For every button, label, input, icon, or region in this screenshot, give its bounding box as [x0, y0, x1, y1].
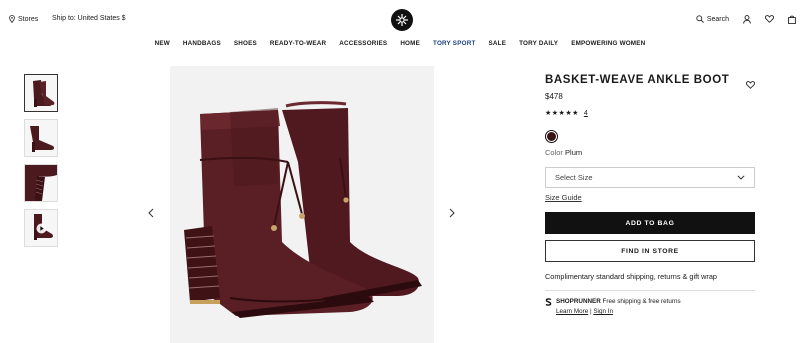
thumbnail-profile-view[interactable]: [24, 119, 58, 157]
main-product-image: [170, 66, 434, 343]
boot-thumbnail-image: [25, 165, 57, 201]
shoprunner-banner: SHOPRUNNER Free shipping & free returns …: [545, 298, 755, 315]
nav-item-tory-sport[interactable]: TORY SPORT: [433, 40, 475, 47]
learn-more-link[interactable]: Learn More: [556, 308, 588, 315]
previous-image-arrow[interactable]: [148, 207, 154, 221]
color-label: Color: [545, 148, 563, 157]
review-count-link[interactable]: 4: [584, 110, 588, 117]
next-image-arrow[interactable]: [449, 207, 455, 221]
shoprunner-brand: SHOPRUNNER: [556, 298, 601, 305]
heart-icon: [765, 15, 774, 23]
play-icon: [36, 223, 47, 234]
size-select[interactable]: Select Size: [545, 167, 755, 188]
stores-label: Stores: [18, 15, 39, 23]
chevron-right-icon: [449, 208, 455, 218]
boot-product-image: [184, 101, 422, 318]
nav-item-empowering-women[interactable]: EMPOWERING WOMEN: [571, 40, 645, 47]
bag-button[interactable]: [788, 12, 796, 26]
thumbnail-list: [24, 74, 58, 254]
sign-in-link[interactable]: Sign In: [593, 308, 613, 315]
product-title: BASKET-WEAVE ANKLE BOOT: [545, 74, 730, 86]
nav-item-handbags[interactable]: HANDBAGS: [183, 40, 221, 47]
nav-item-sale[interactable]: SALE: [489, 40, 507, 47]
nav-item-shoes[interactable]: SHOES: [234, 40, 257, 47]
rating-stars: ★★★★★: [545, 110, 579, 117]
nav-item-accessories[interactable]: ACCESSORIES: [339, 40, 387, 47]
color-value: Plum: [565, 148, 583, 157]
search-button[interactable]: Search: [696, 12, 729, 26]
shoprunner-message: Free shipping & free returns: [602, 298, 681, 305]
product-rating[interactable]: ★★★★★ 4: [545, 109, 755, 118]
add-to-bag-button[interactable]: ADD TO BAG: [545, 212, 755, 234]
search-label: Search: [706, 15, 729, 23]
thumbnail-heel-detail[interactable]: [24, 164, 58, 202]
brand-logo[interactable]: [391, 9, 413, 31]
header-actions: Search: [682, 12, 796, 26]
stores-link[interactable]: Stores: [9, 15, 38, 23]
selected-color: Color Plum: [545, 148, 755, 157]
tory-burch-logo-icon: [396, 14, 408, 26]
chevron-left-icon: [148, 208, 154, 218]
shipping-note: Complimentary standard shipping, returns…: [545, 272, 717, 281]
shopping-bag-icon: [788, 15, 796, 24]
boot-thumbnail-image: [30, 126, 55, 152]
add-to-wishlist-button[interactable]: [745, 76, 756, 94]
user-icon: [743, 14, 751, 24]
link-separator: |: [589, 308, 592, 315]
divider: [545, 290, 755, 291]
color-swatch-plum[interactable]: [545, 130, 558, 143]
shoprunner-logo-icon: [545, 298, 552, 306]
heart-icon: [745, 81, 756, 89]
product-price: $478: [545, 92, 563, 101]
ship-to-selector[interactable]: Ship to: United States $: [52, 15, 126, 22]
ship-to-label: Ship to: United States $: [52, 15, 126, 22]
location-pin-icon: [9, 15, 15, 23]
size-guide-link[interactable]: Size Guide: [545, 193, 755, 202]
product-details: BASKET-WEAVE ANKLE BOOT $478 ★★★★★ 4 Col…: [545, 74, 756, 315]
thumbnail-side-view[interactable]: [24, 74, 58, 112]
top-bar: Stores Ship to: United States $ Search: [0, 0, 800, 38]
account-button[interactable]: [743, 12, 751, 26]
nav-item-tory-daily[interactable]: TORY DAILY: [519, 40, 558, 47]
chevron-down-icon: [737, 175, 745, 180]
find-in-store-button[interactable]: FIND IN STORE: [545, 240, 755, 262]
search-icon: [696, 15, 704, 23]
shoprunner-text: SHOPRUNNER Free shipping & free returns: [556, 298, 681, 305]
nav-item-home[interactable]: HOME: [400, 40, 420, 47]
nav-item-new[interactable]: NEW: [155, 40, 170, 47]
shoprunner-links: Learn More | Sign In: [556, 308, 681, 315]
boot-thumbnail-image: [33, 80, 55, 107]
size-select-placeholder: Select Size: [555, 173, 593, 182]
thumbnail-video[interactable]: [24, 209, 58, 247]
swatch-fill: [547, 132, 556, 141]
nav-item-ready-to-wear[interactable]: READY-TO-WEAR: [270, 40, 326, 47]
wishlist-button[interactable]: [765, 12, 774, 26]
main-nav: NEW HANDBAGS SHOES READY-TO-WEAR ACCESSO…: [0, 40, 800, 47]
